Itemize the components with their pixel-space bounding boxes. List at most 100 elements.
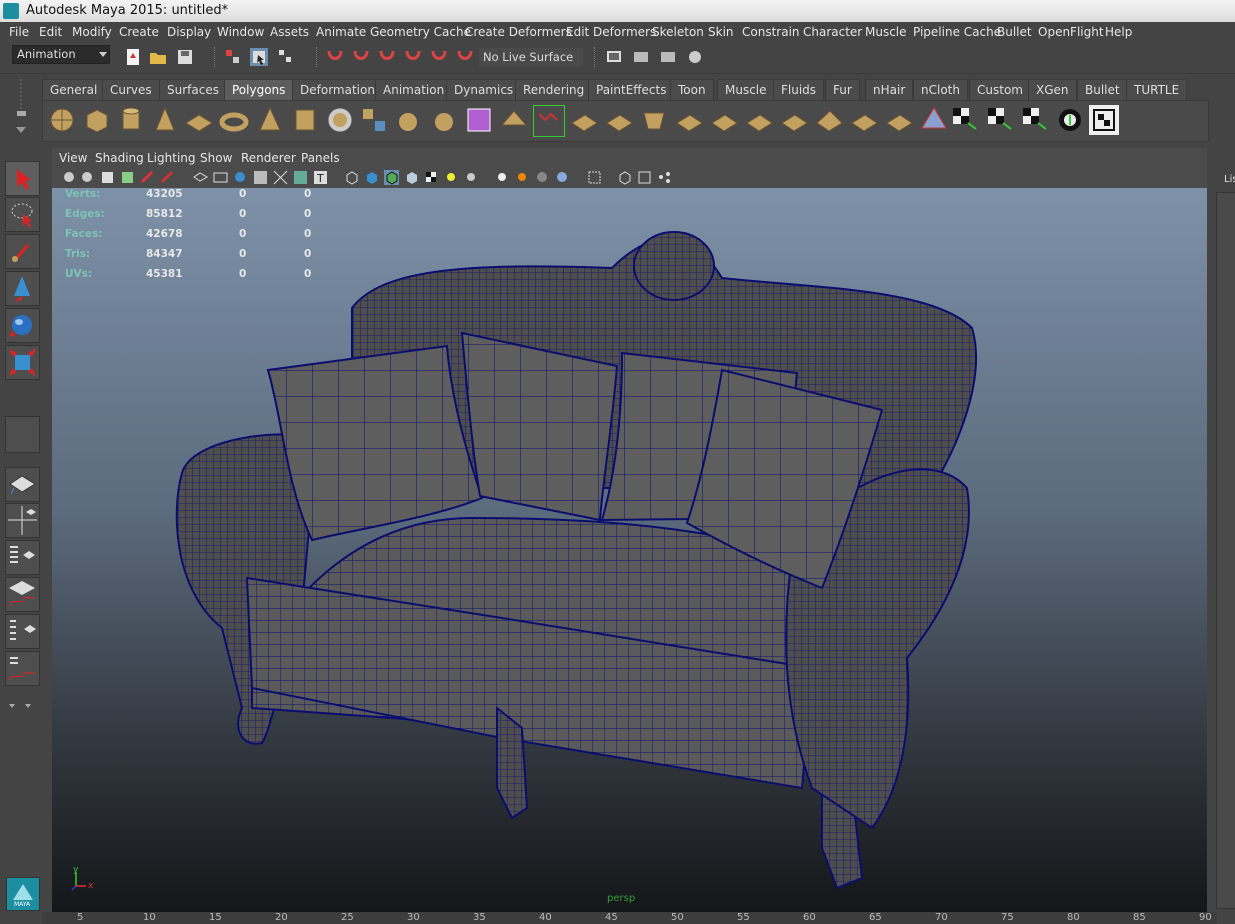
fill-hole-icon[interactable] (814, 105, 844, 135)
snap-curve-icon[interactable] (352, 48, 370, 66)
tab-animation[interactable]: Animation (375, 79, 453, 100)
mirror-geometry-icon[interactable] (849, 105, 879, 135)
menu-bullet[interactable]: Bullet (997, 25, 1032, 39)
merge-icon[interactable] (744, 105, 774, 135)
graph-outliner-layout[interactable] (5, 651, 40, 686)
safe-title-icon[interactable]: T (313, 170, 328, 185)
persp-outliner-layout[interactable] (5, 540, 40, 575)
menu-geometry-cache[interactable]: Geometry Cache (370, 25, 471, 39)
depth-of-field-icon[interactable] (555, 170, 570, 185)
four-view-layout[interactable] (5, 503, 40, 538)
uv-editor-icon[interactable] (985, 105, 1015, 135)
outliner-tab-label[interactable]: Lis (1224, 174, 1235, 185)
unfold-uv-icon[interactable] (1020, 105, 1050, 135)
tab-rendering[interactable]: Rendering (515, 79, 593, 100)
bevel-icon[interactable] (709, 105, 739, 135)
layout-uv-icon[interactable] (1055, 105, 1085, 135)
insert-edge-loop-icon[interactable] (639, 105, 669, 135)
uv-snapshot-icon[interactable] (1089, 105, 1119, 135)
single-perspective-layout[interactable] (5, 467, 40, 502)
menu-set-dropdown[interactable]: Animation (12, 45, 110, 64)
xray-icon[interactable] (617, 170, 632, 185)
render-settings-icon[interactable] (686, 48, 704, 66)
select-object-icon[interactable] (250, 48, 268, 66)
live-surface-field[interactable]: No Live Surface (479, 48, 583, 66)
image-plane-icon[interactable] (120, 170, 135, 185)
select-component-icon[interactable] (277, 48, 295, 66)
lasso-tool[interactable] (5, 197, 40, 232)
bookmarks-icon[interactable] (100, 170, 115, 185)
resolution-gate-icon[interactable] (233, 170, 248, 185)
tab-fur[interactable]: Fur (825, 79, 860, 100)
cylindrical-mapping-icon[interactable] (919, 105, 949, 135)
menu-skeleton[interactable]: Skeleton (652, 25, 704, 39)
hypershade-layout[interactable] (5, 614, 40, 649)
shadows-icon[interactable] (464, 170, 479, 185)
bridge-icon[interactable] (533, 105, 565, 137)
make-live-icon[interactable] (456, 48, 474, 66)
menu-edit-deformers[interactable]: Edit Deformers (566, 25, 656, 39)
wireframe-on-shaded-icon[interactable] (384, 170, 399, 185)
poly-sphere-icon[interactable] (47, 105, 77, 135)
xray-joints-icon[interactable] (637, 170, 652, 185)
menu-create[interactable]: Create (119, 25, 159, 39)
tab-toon[interactable]: Toon (670, 79, 714, 100)
collapse-icon[interactable] (779, 105, 809, 135)
save-scene-icon[interactable] (176, 48, 194, 66)
grease-pencil-icon[interactable] (160, 170, 175, 185)
poly-cube-icon[interactable] (82, 105, 112, 135)
separate-icon[interactable] (393, 105, 423, 135)
last-tool-slot[interactable] (5, 416, 40, 453)
panel-menu-renderer[interactable]: Renderer (241, 151, 296, 165)
tab-general[interactable]: General (42, 79, 106, 100)
poly-pyramid-icon[interactable] (255, 105, 285, 135)
split-polygon-icon[interactable] (604, 105, 634, 135)
menu-animate[interactable]: Animate (316, 25, 366, 39)
select-camera-icon[interactable] (62, 170, 77, 185)
tab-curves[interactable]: Curves (102, 79, 160, 100)
tab-muscle[interactable]: Muscle (717, 79, 775, 100)
perspective-viewport[interactable]: Verts: 43205 0 0 Edges: 85812 0 0 Faces:… (52, 188, 1207, 912)
grid-icon[interactable] (193, 170, 208, 185)
poly-cylinder-icon[interactable] (116, 105, 146, 135)
panel-menu-view[interactable]: View (59, 151, 87, 165)
move-tool[interactable] (5, 271, 40, 306)
default-material-icon[interactable] (404, 170, 419, 185)
new-scene-icon[interactable] (124, 48, 142, 66)
append-polygon-icon[interactable] (569, 105, 599, 135)
planar-mapping-icon[interactable] (884, 105, 914, 135)
menu-assets[interactable]: Assets (270, 25, 309, 39)
film-gate-icon[interactable] (213, 170, 228, 185)
snap-surface-icon[interactable] (430, 48, 448, 66)
poly-plane-icon[interactable] (184, 105, 214, 135)
persp-graph-layout[interactable] (5, 577, 40, 612)
time-slider-ruler[interactable]: 5 10 15 20 25 30 35 40 45 50 55 60 65 70… (42, 912, 1217, 924)
tab-painteffects[interactable]: PaintEffects (588, 79, 675, 100)
tab-turtle[interactable]: TURTLE (1126, 79, 1188, 100)
snap-view-plane-icon[interactable] (404, 48, 422, 66)
render-frame-icon[interactable] (632, 48, 650, 66)
menu-muscle[interactable]: Muscle (865, 25, 907, 39)
tab-ncloth[interactable]: nCloth (913, 79, 968, 100)
two-d-pan-zoom-icon[interactable] (140, 170, 155, 185)
camera-attributes-icon[interactable] (80, 170, 95, 185)
smooth-shade-icon[interactable] (364, 170, 379, 185)
safe-action-icon[interactable] (293, 170, 308, 185)
paint-select-tool[interactable] (5, 234, 40, 269)
anti-aliasing-icon[interactable] (535, 170, 550, 185)
extract-icon[interactable] (429, 105, 459, 135)
layout-menu-arrows-icon[interactable] (6, 700, 36, 712)
menu-file[interactable]: File (9, 25, 29, 39)
menu-openflight[interactable]: OpenFlight (1038, 25, 1104, 39)
use-all-lights-icon[interactable] (444, 170, 459, 185)
panel-menu-show[interactable]: Show (200, 151, 232, 165)
menu-help[interactable]: Help (1105, 25, 1132, 39)
panel-menu-lighting[interactable]: Lighting (147, 151, 196, 165)
tab-nhair[interactable]: nHair (865, 79, 914, 100)
render-view-icon[interactable] (605, 48, 623, 66)
maya-logo-button[interactable]: MAYA (6, 877, 40, 911)
poly-soccer-ball-icon[interactable] (325, 105, 355, 135)
field-chart-icon[interactable] (273, 170, 288, 185)
wireframe-icon[interactable] (344, 170, 359, 185)
menu-modify[interactable]: Modify (72, 25, 112, 39)
